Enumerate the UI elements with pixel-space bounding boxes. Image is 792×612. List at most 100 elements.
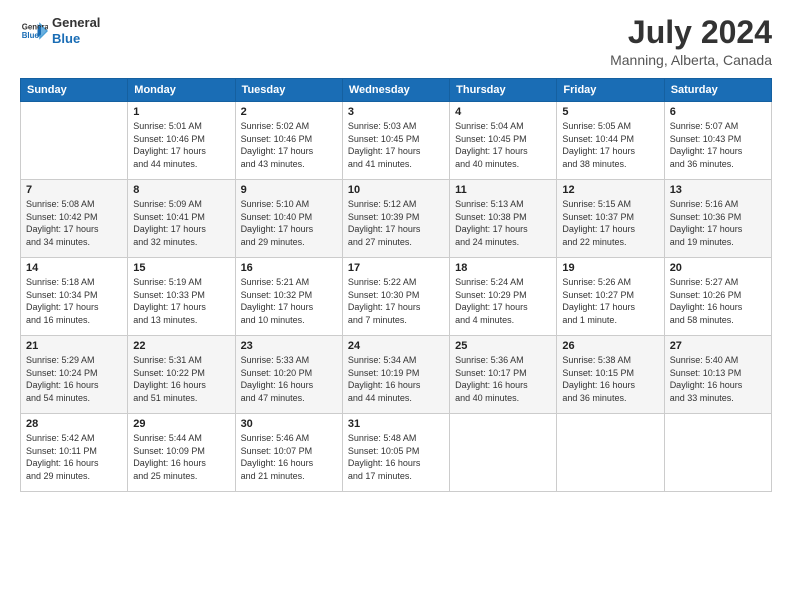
day-info: Sunrise: 5:03 AM Sunset: 10:45 PM Daylig… <box>348 120 444 170</box>
calendar-cell: 2 Sunrise: 5:02 AM Sunset: 10:46 PM Dayli… <box>235 102 342 180</box>
day-info: Sunrise: 5:42 AM Sunset: 10:11 PM Daylig… <box>26 432 122 482</box>
day-number: 7 <box>26 184 122 196</box>
day-info: Sunrise: 5:36 AM Sunset: 10:17 PM Daylig… <box>455 354 551 404</box>
logo: General Blue General Blue <box>20 15 100 46</box>
day-info: Sunrise: 5:40 AM Sunset: 10:13 PM Daylig… <box>670 354 766 404</box>
header-friday: Friday <box>557 79 664 102</box>
calendar-week-3: 14Sunrise: 5:18 AM Sunset: 10:34 PM Dayl… <box>21 258 772 336</box>
header-sunday: Sunday <box>21 79 128 102</box>
day-number: 29 <box>133 418 229 430</box>
logo-line2: Blue <box>52 31 100 47</box>
calendar-cell: 29 Sunrise: 5:44 AM Sunset: 10:09 PM Dayl… <box>128 414 235 492</box>
day-info: Sunrise: 5:38 AM Sunset: 10:15 PM Daylig… <box>562 354 658 404</box>
logo-icon: General Blue <box>20 17 48 45</box>
day-info: Sunrise: 5:01 AM Sunset: 10:46 PM Daylig… <box>133 120 229 170</box>
day-info: Sunrise: 5:27 AM Sunset: 10:26 PM Daylig… <box>670 276 766 326</box>
day-number: 31 <box>348 418 444 430</box>
day-info: Sunrise: 5:08 AM Sunset: 10:42 PM Daylig… <box>26 198 122 248</box>
day-info: Sunrise: 5:44 AM Sunset: 10:09 PM Daylig… <box>133 432 229 482</box>
day-number: 13 <box>670 184 766 196</box>
day-info: Sunrise: 5:29 AM Sunset: 10:24 PM Daylig… <box>26 354 122 404</box>
day-number: 30 <box>241 418 337 430</box>
day-number: 25 <box>455 340 551 352</box>
day-number: 14 <box>26 262 122 274</box>
calendar-week-5: 28Sunrise: 5:42 AM Sunset: 10:11 PM Dayl… <box>21 414 772 492</box>
day-info: Sunrise: 5:09 AM Sunset: 10:41 PM Daylig… <box>133 198 229 248</box>
day-number: 9 <box>241 184 337 196</box>
day-number: 6 <box>670 106 766 118</box>
day-info: Sunrise: 5:04 AM Sunset: 10:45 PM Daylig… <box>455 120 551 170</box>
day-info: Sunrise: 5:34 AM Sunset: 10:19 PM Daylig… <box>348 354 444 404</box>
day-number: 16 <box>241 262 337 274</box>
calendar-body: 1 Sunrise: 5:01 AM Sunset: 10:46 PM Dayli… <box>21 102 772 492</box>
day-number: 22 <box>133 340 229 352</box>
calendar-header: Sunday Monday Tuesday Wednesday Thursday… <box>21 79 772 102</box>
header-thursday: Thursday <box>450 79 557 102</box>
calendar-table: Sunday Monday Tuesday Wednesday Thursday… <box>20 78 772 492</box>
month-year: July 2024 <box>610 15 772 50</box>
day-number: 3 <box>348 106 444 118</box>
calendar-cell: 5 Sunrise: 5:05 AM Sunset: 10:44 PM Dayli… <box>557 102 664 180</box>
day-info: Sunrise: 5:12 AM Sunset: 10:39 PM Daylig… <box>348 198 444 248</box>
day-info: Sunrise: 5:16 AM Sunset: 10:36 PM Daylig… <box>670 198 766 248</box>
day-number: 15 <box>133 262 229 274</box>
calendar-cell: 26 Sunrise: 5:38 AM Sunset: 10:15 PM Dayl… <box>557 336 664 414</box>
header-monday: Monday <box>128 79 235 102</box>
header-wednesday: Wednesday <box>342 79 449 102</box>
day-info: Sunrise: 5:02 AM Sunset: 10:46 PM Daylig… <box>241 120 337 170</box>
day-number: 5 <box>562 106 658 118</box>
day-number: 1 <box>133 106 229 118</box>
calendar-cell: 18Sunrise: 5:24 AM Sunset: 10:29 PM Dayl… <box>450 258 557 336</box>
calendar-cell: 9Sunrise: 5:10 AM Sunset: 10:40 PM Dayli… <box>235 180 342 258</box>
calendar-cell: 24Sunrise: 5:34 AM Sunset: 10:19 PM Dayl… <box>342 336 449 414</box>
calendar-cell <box>664 414 771 492</box>
calendar-cell: 14Sunrise: 5:18 AM Sunset: 10:34 PM Dayl… <box>21 258 128 336</box>
day-info: Sunrise: 5:26 AM Sunset: 10:27 PM Daylig… <box>562 276 658 326</box>
calendar-cell: 31 Sunrise: 5:48 AM Sunset: 10:05 PM Dayl… <box>342 414 449 492</box>
day-info: Sunrise: 5:46 AM Sunset: 10:07 PM Daylig… <box>241 432 337 482</box>
header: General Blue General Blue July 2024 Mann… <box>20 15 772 68</box>
day-info: Sunrise: 5:48 AM Sunset: 10:05 PM Daylig… <box>348 432 444 482</box>
header-saturday: Saturday <box>664 79 771 102</box>
calendar-cell: 23Sunrise: 5:33 AM Sunset: 10:20 PM Dayl… <box>235 336 342 414</box>
calendar-cell: 17Sunrise: 5:22 AM Sunset: 10:30 PM Dayl… <box>342 258 449 336</box>
calendar-cell <box>450 414 557 492</box>
calendar-cell: 7 Sunrise: 5:08 AM Sunset: 10:42 PM Dayli… <box>21 180 128 258</box>
calendar-cell <box>21 102 128 180</box>
calendar-cell: 19Sunrise: 5:26 AM Sunset: 10:27 PM Dayl… <box>557 258 664 336</box>
calendar-cell: 20Sunrise: 5:27 AM Sunset: 10:26 PM Dayl… <box>664 258 771 336</box>
day-number: 8 <box>133 184 229 196</box>
calendar-cell <box>557 414 664 492</box>
day-info: Sunrise: 5:05 AM Sunset: 10:44 PM Daylig… <box>562 120 658 170</box>
day-number: 12 <box>562 184 658 196</box>
day-number: 26 <box>562 340 658 352</box>
calendar-week-2: 7 Sunrise: 5:08 AM Sunset: 10:42 PM Dayli… <box>21 180 772 258</box>
calendar-cell: 8 Sunrise: 5:09 AM Sunset: 10:41 PM Dayli… <box>128 180 235 258</box>
day-number: 17 <box>348 262 444 274</box>
calendar-cell: 15Sunrise: 5:19 AM Sunset: 10:33 PM Dayl… <box>128 258 235 336</box>
page: General Blue General Blue July 2024 Mann… <box>0 0 792 612</box>
calendar-week-4: 21Sunrise: 5:29 AM Sunset: 10:24 PM Dayl… <box>21 336 772 414</box>
day-number: 10 <box>348 184 444 196</box>
calendar-cell: 10 Sunrise: 5:12 AM Sunset: 10:39 PM Dayl… <box>342 180 449 258</box>
day-number: 23 <box>241 340 337 352</box>
calendar-cell: 27 Sunrise: 5:40 AM Sunset: 10:13 PM Dayl… <box>664 336 771 414</box>
day-number: 2 <box>241 106 337 118</box>
calendar-cell: 30 Sunrise: 5:46 AM Sunset: 10:07 PM Dayl… <box>235 414 342 492</box>
day-number: 27 <box>670 340 766 352</box>
calendar-cell: 1 Sunrise: 5:01 AM Sunset: 10:46 PM Dayli… <box>128 102 235 180</box>
day-number: 18 <box>455 262 551 274</box>
day-number: 4 <box>455 106 551 118</box>
calendar-cell: 21Sunrise: 5:29 AM Sunset: 10:24 PM Dayl… <box>21 336 128 414</box>
header-row: Sunday Monday Tuesday Wednesday Thursday… <box>21 79 772 102</box>
logo-text: General Blue <box>52 15 100 46</box>
day-info: Sunrise: 5:07 AM Sunset: 10:43 PM Daylig… <box>670 120 766 170</box>
logo-line1: General <box>52 15 100 31</box>
day-info: Sunrise: 5:21 AM Sunset: 10:32 PM Daylig… <box>241 276 337 326</box>
day-info: Sunrise: 5:13 AM Sunset: 10:38 PM Daylig… <box>455 198 551 248</box>
header-tuesday: Tuesday <box>235 79 342 102</box>
calendar-cell: 12 Sunrise: 5:15 AM Sunset: 10:37 PM Dayl… <box>557 180 664 258</box>
calendar-cell: 6 Sunrise: 5:07 AM Sunset: 10:43 PM Dayli… <box>664 102 771 180</box>
calendar-cell: 25 Sunrise: 5:36 AM Sunset: 10:17 PM Dayl… <box>450 336 557 414</box>
day-info: Sunrise: 5:15 AM Sunset: 10:37 PM Daylig… <box>562 198 658 248</box>
